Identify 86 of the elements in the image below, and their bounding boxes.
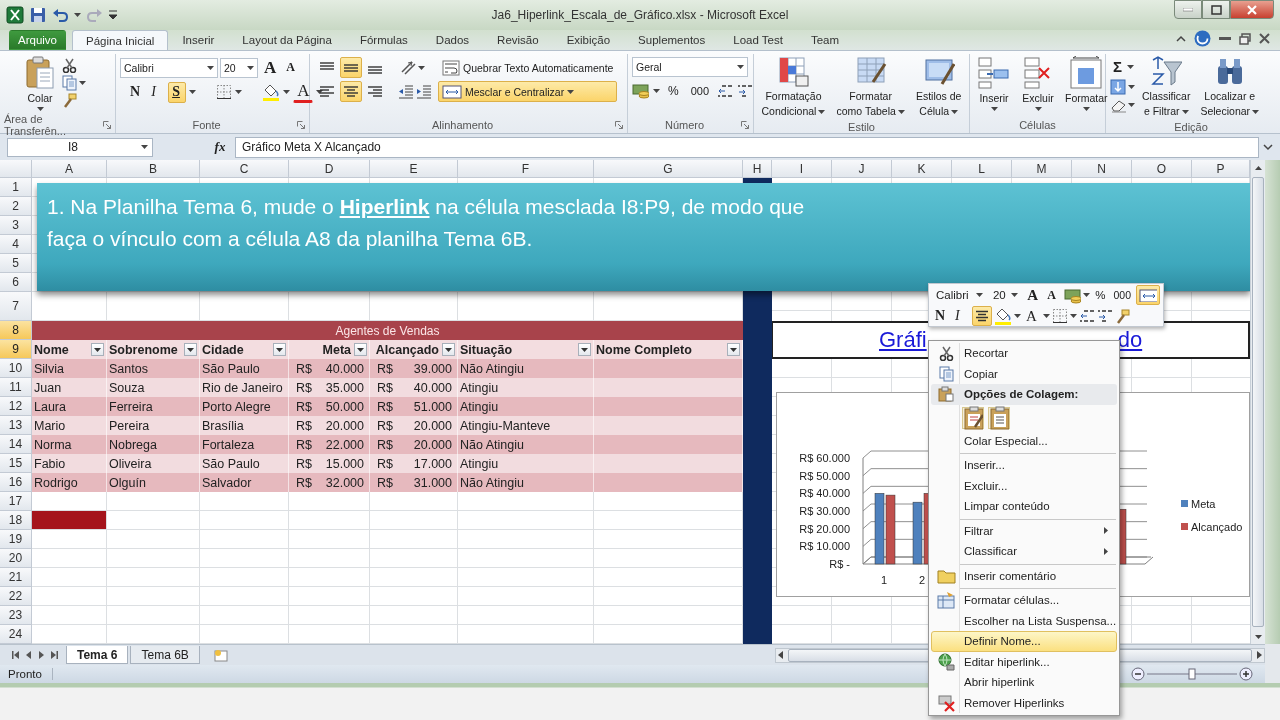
amount-text: 50.000	[325, 399, 364, 414]
axis-label: 1	[880, 574, 888, 586]
table-cell: Atingiu	[460, 399, 499, 414]
currency-symbol: R$	[296, 475, 312, 490]
axis-label: R$ 30.000	[799, 505, 850, 517]
currency-symbol: R$	[377, 361, 393, 376]
amount-text: 22.000	[325, 437, 364, 452]
table-cell: Juan	[34, 380, 62, 395]
column-heading: Meta	[321, 342, 352, 357]
table-cell: Fortaleza	[202, 437, 255, 452]
amount-text: 17.000	[413, 456, 452, 471]
axis-label: R$ 40.000	[799, 487, 850, 500]
table-cell: Não Atingiu	[460, 437, 524, 452]
table-cell: Souza	[109, 380, 145, 395]
table-cell: Pereira	[109, 418, 150, 433]
table-cell: Atingiu-Manteve	[460, 418, 551, 433]
amount-text: 31.000	[413, 475, 452, 490]
table-cell: Porto Alegre	[202, 399, 271, 414]
group-label: Células	[1019, 118, 1056, 131]
window-title: Ja6_Hiperlink_Escala_de_Gráfico.xlsx - Microsoft Excel	[491, 8, 789, 22]
group-label: Área de Transferên...	[4, 112, 67, 137]
currency-symbol: R$	[296, 437, 312, 452]
table-cell: Não Atingiu	[460, 475, 524, 490]
currency-symbol: R$	[377, 380, 393, 395]
table-cell: Não Atingiu	[460, 361, 524, 376]
axis-label: R$ 20.000	[799, 522, 850, 535]
table-cell: Brasília	[202, 418, 244, 433]
currency-symbol: R$	[377, 399, 393, 414]
currency-symbol: R$	[296, 399, 312, 414]
table-cell: Norma	[34, 437, 72, 452]
table-cell: São Paulo	[202, 456, 260, 471]
table-cell: Fabio	[34, 456, 66, 471]
currency-symbol: R$	[377, 418, 393, 433]
table-cell: Oliveira	[109, 456, 152, 471]
currency-symbol: R$	[377, 437, 393, 452]
table-cell: Ferreira	[109, 399, 153, 414]
amount-text: 32.000	[325, 475, 364, 490]
currency-symbol: R$	[296, 456, 312, 471]
axis-label: 2	[918, 574, 926, 586]
amount-text: 15.000	[325, 456, 364, 471]
instruction-text: 1. Na Planilha Tema 6, mude o Hiperlink na célula mesclada I8:P9, de modo que faça o vínculo com a célula A8 da planilha Tema 6B.	[47, 194, 806, 252]
menu-section-header: Opções de Colagem:	[931, 384, 1117, 405]
table-cell: Olguín	[109, 475, 146, 490]
table-cell: Nobrega	[109, 437, 157, 452]
column-heading: Situação	[460, 342, 514, 357]
table-cell: Atingiu	[460, 456, 499, 471]
axis-label: R$ -	[829, 558, 850, 570]
table-cell: São Paulo	[202, 361, 260, 376]
group-label: Edição	[1174, 120, 1208, 133]
amount-text: 20.000	[413, 437, 452, 452]
legend-label: Meta	[1191, 498, 1216, 510]
table-cell: Atingiu	[460, 380, 499, 395]
table-cell: Salvador	[202, 475, 252, 490]
amount-text: 40.000	[413, 380, 452, 395]
column-heading: Cidade	[202, 342, 245, 357]
amount-text: 35.000	[325, 380, 364, 395]
column-heading: Nome Completo	[596, 342, 693, 357]
legend-label: Alcançado	[1191, 521, 1243, 533]
amount-text: 20.000	[413, 418, 452, 433]
column-heading: Alcançado	[374, 342, 440, 357]
axis-label: R$ 60.000	[799, 452, 850, 464]
table-cell: Laura	[34, 399, 66, 414]
table-cell: Rodrigo	[34, 475, 78, 490]
amount-text: 39.000	[413, 361, 452, 376]
amount-text: 51.000	[413, 399, 452, 414]
amount-text: 40.000	[325, 361, 364, 376]
table-cell: Santos	[109, 361, 148, 376]
table-cell: Silvia	[34, 361, 64, 376]
table-cell: Mario	[34, 418, 66, 433]
currency-symbol: R$	[377, 475, 393, 490]
axis-label: R$ 10.000	[799, 540, 850, 553]
amount-text: 20.000	[325, 418, 364, 433]
column-heading: Sobrenome	[109, 342, 179, 357]
group-label: Fonte	[192, 118, 221, 131]
status-text: Pronto	[8, 668, 53, 680]
table-cell: Rio de Janeiro	[202, 380, 283, 395]
currency-symbol: R$	[296, 361, 312, 376]
axis-label: R$ 50.000	[799, 469, 850, 482]
currency-symbol: R$	[377, 456, 393, 471]
table-title: Agentes de Vendas	[32, 321, 743, 340]
group-label: Número	[664, 118, 705, 131]
group-label: Alinhamento	[431, 118, 494, 131]
column-heading: Nome	[34, 342, 70, 357]
currency-symbol: R$	[296, 380, 312, 395]
group-label: Estilo	[848, 120, 875, 133]
currency-symbol: R$	[296, 418, 312, 433]
